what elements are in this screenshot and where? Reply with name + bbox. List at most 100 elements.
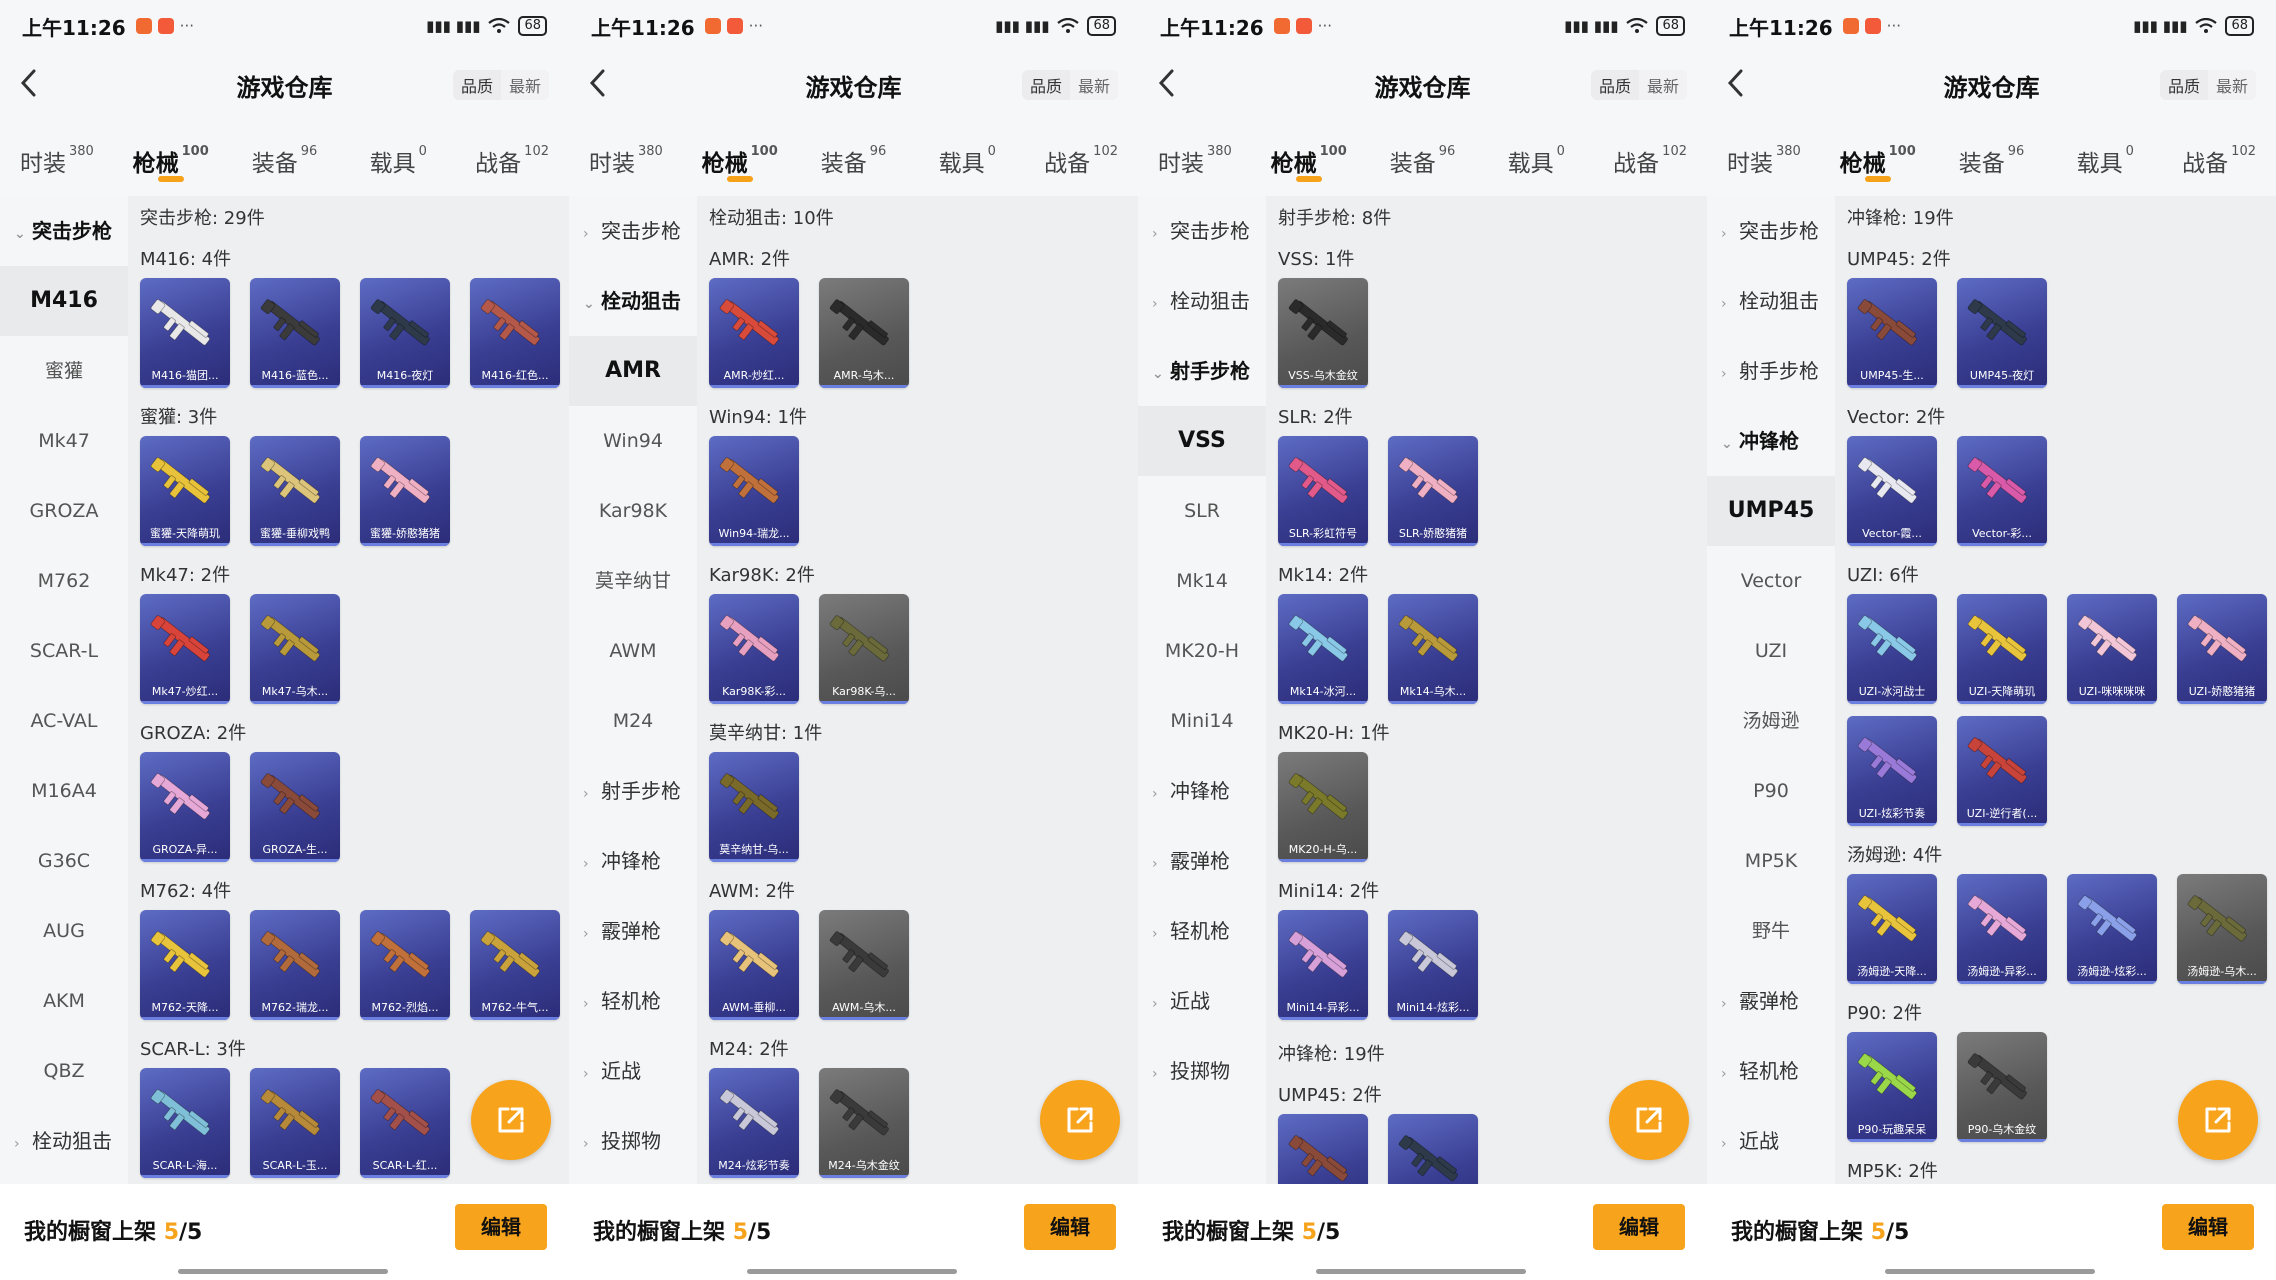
skin-card[interactable]: UMP45-生...	[1847, 278, 1937, 388]
tab-1[interactable]: 枪械 100	[1821, 116, 1935, 196]
sidebar-category[interactable]: ⌄ 栓动狙击	[569, 266, 697, 336]
skin-card[interactable]: AWM-垂柳...	[709, 910, 799, 1020]
skin-card[interactable]: M416-猫团...	[140, 278, 230, 388]
home-indicator[interactable]	[747, 1269, 957, 1274]
sidebar-weapon[interactable]: Mk47	[0, 406, 128, 476]
skin-card[interactable]: Mini14-异彩...	[1278, 910, 1368, 1020]
sort-quality-button[interactable]: 品质	[1022, 70, 1070, 100]
share-button[interactable]	[2178, 1080, 2258, 1160]
skin-card[interactable]: GROZA-生...	[250, 752, 340, 862]
tab-4[interactable]: 战备 102	[1024, 116, 1138, 196]
sidebar-category[interactable]: › 近战	[1707, 1106, 1835, 1176]
sidebar-category[interactable]: › 霰弹枪	[1707, 966, 1835, 1036]
tab-4[interactable]: 战备 102	[1593, 116, 1707, 196]
skin-card[interactable]: 蜜獾-天降萌玑	[140, 436, 230, 546]
sidebar-category[interactable]: › 投掷物	[569, 1106, 697, 1176]
sort-newest-button[interactable]: 最新	[2207, 70, 2256, 100]
edit-button[interactable]: 编辑	[1593, 1204, 1685, 1250]
skin-card[interactable]: Mk47-乌木...	[250, 594, 340, 704]
sidebar-weapon[interactable]: Win94	[569, 406, 697, 476]
sidebar-weapon[interactable]: M16A4	[0, 756, 128, 826]
sidebar-weapon[interactable]: AUG	[0, 896, 128, 966]
sidebar-weapon[interactable]: 野牛	[1707, 896, 1835, 966]
skin-card[interactable]: M762-牛气...	[470, 910, 560, 1020]
skin-card[interactable]: Win94-瑞龙...	[709, 436, 799, 546]
sidebar-weapon[interactable]: 蜜獾	[0, 336, 128, 406]
sidebar-category[interactable]: › 栓动狙击	[0, 1106, 128, 1176]
skin-card[interactable]: 莫辛纳甘-乌...	[709, 752, 799, 862]
skin-card[interactable]: SLR-娇憨猪猪	[1388, 436, 1478, 546]
skin-card[interactable]: M416-红色...	[470, 278, 560, 388]
sidebar-weapon[interactable]: Vector	[1707, 546, 1835, 616]
sidebar-category[interactable]: › 轻机枪	[569, 966, 697, 1036]
skin-card[interactable]: UZI-天降萌玑	[1957, 594, 2047, 704]
sidebar-weapon[interactable]: GROZA	[0, 476, 128, 546]
sidebar-weapon[interactable]: M416	[0, 266, 128, 336]
skin-card[interactable]: M416-夜灯	[360, 278, 450, 388]
sidebar-category[interactable]: ⌄ 射手步枪	[1138, 336, 1266, 406]
sidebar-weapon[interactable]: UZI	[1707, 616, 1835, 686]
tab-2[interactable]: 装备 96	[228, 116, 342, 196]
tab-0[interactable]: 时装 380	[0, 116, 114, 196]
skin-card[interactable]: MK20-H-乌...	[1278, 752, 1368, 862]
share-button[interactable]	[1609, 1080, 1689, 1160]
sort-newest-button[interactable]: 最新	[500, 70, 549, 100]
sidebar-category[interactable]: › 轻机枪	[1707, 1036, 1835, 1106]
sidebar-weapon[interactable]: UMP45	[1707, 476, 1835, 546]
skin-card[interactable]: SCAR-L-玉...	[250, 1068, 340, 1178]
sidebar-weapon[interactable]: MP5K	[1707, 826, 1835, 896]
skin-card[interactable]: Vector-霞...	[1847, 436, 1937, 546]
skin-card[interactable]: 汤姆逊-异彩...	[1957, 874, 2047, 984]
skin-card[interactable]: VSS-乌木金纹	[1278, 278, 1368, 388]
sidebar-weapon[interactable]: AWM	[569, 616, 697, 686]
sidebar-weapon[interactable]: Kar98K	[569, 476, 697, 546]
tab-3[interactable]: 载具 0	[910, 116, 1024, 196]
skin-card[interactable]: SCAR-L-红...	[360, 1068, 450, 1178]
skin-card[interactable]: UMP45-生...	[1278, 1114, 1368, 1184]
tab-2[interactable]: 装备 96	[797, 116, 911, 196]
skin-card[interactable]: 蜜獾-娇憨猪猪	[360, 436, 450, 546]
home-indicator[interactable]	[1316, 1269, 1526, 1274]
sidebar-weapon[interactable]: QBZ	[0, 1036, 128, 1106]
skin-card[interactable]: Vector-彩...	[1957, 436, 2047, 546]
skin-card[interactable]: SCAR-L-海...	[140, 1068, 230, 1178]
tab-2[interactable]: 装备 96	[1366, 116, 1480, 196]
sidebar-category[interactable]: › 霰弹枪	[1138, 826, 1266, 896]
skin-card[interactable]: UMP45-夜灯	[1388, 1114, 1478, 1184]
skin-card[interactable]: UMP45-夜灯	[1957, 278, 2047, 388]
tab-4[interactable]: 战备 102	[2162, 116, 2276, 196]
skin-card[interactable]: M416-蓝色...	[250, 278, 340, 388]
sidebar-weapon[interactable]: P90	[1707, 756, 1835, 826]
sidebar-category[interactable]: › 射手步枪	[1707, 336, 1835, 406]
sidebar-category[interactable]: › 投掷物	[1138, 1036, 1266, 1106]
tab-1[interactable]: 枪械 100	[683, 116, 797, 196]
skin-card[interactable]: M24-炫彩节奏	[709, 1068, 799, 1178]
sidebar-category[interactable]: › 霰弹枪	[569, 896, 697, 966]
skin-card[interactable]: P90-玩趣呆呆	[1847, 1032, 1937, 1142]
sidebar-weapon[interactable]: AKM	[0, 966, 128, 1036]
skin-card[interactable]: Mini14-炫彩...	[1388, 910, 1478, 1020]
edit-button[interactable]: 编辑	[1024, 1204, 1116, 1250]
skin-card[interactable]: AMR-乌木...	[819, 278, 909, 388]
skin-card[interactable]: M762-烈焰...	[360, 910, 450, 1020]
skin-card[interactable]: GROZA-异...	[140, 752, 230, 862]
skin-card[interactable]: M762-天降...	[140, 910, 230, 1020]
sidebar-weapon[interactable]: M24	[569, 686, 697, 756]
skin-card[interactable]: Mk14-冰河...	[1278, 594, 1368, 704]
sidebar-category[interactable]: › 近战	[569, 1036, 697, 1106]
tab-3[interactable]: 载具 0	[1479, 116, 1593, 196]
tab-1[interactable]: 枪械 100	[114, 116, 228, 196]
sidebar-category[interactable]: › 近战	[1138, 966, 1266, 1036]
share-button[interactable]	[1040, 1080, 1120, 1160]
sidebar-category[interactable]: › 突击步枪	[1707, 196, 1835, 266]
sidebar-category[interactable]: › 栓动狙击	[1138, 266, 1266, 336]
skin-card[interactable]: AMR-炒红...	[709, 278, 799, 388]
skin-card[interactable]: Kar98K-乌...	[819, 594, 909, 704]
tab-4[interactable]: 战备 102	[455, 116, 569, 196]
skin-card[interactable]: M762-瑞龙...	[250, 910, 340, 1020]
sidebar-weapon[interactable]: AC-VAL	[0, 686, 128, 756]
skin-card[interactable]: UZI-娇憨猪猪	[2177, 594, 2267, 704]
edit-button[interactable]: 编辑	[2162, 1204, 2254, 1250]
sidebar-weapon[interactable]: AMR	[569, 336, 697, 406]
sidebar-category[interactable]: ⌄ 冲锋枪	[1707, 406, 1835, 476]
